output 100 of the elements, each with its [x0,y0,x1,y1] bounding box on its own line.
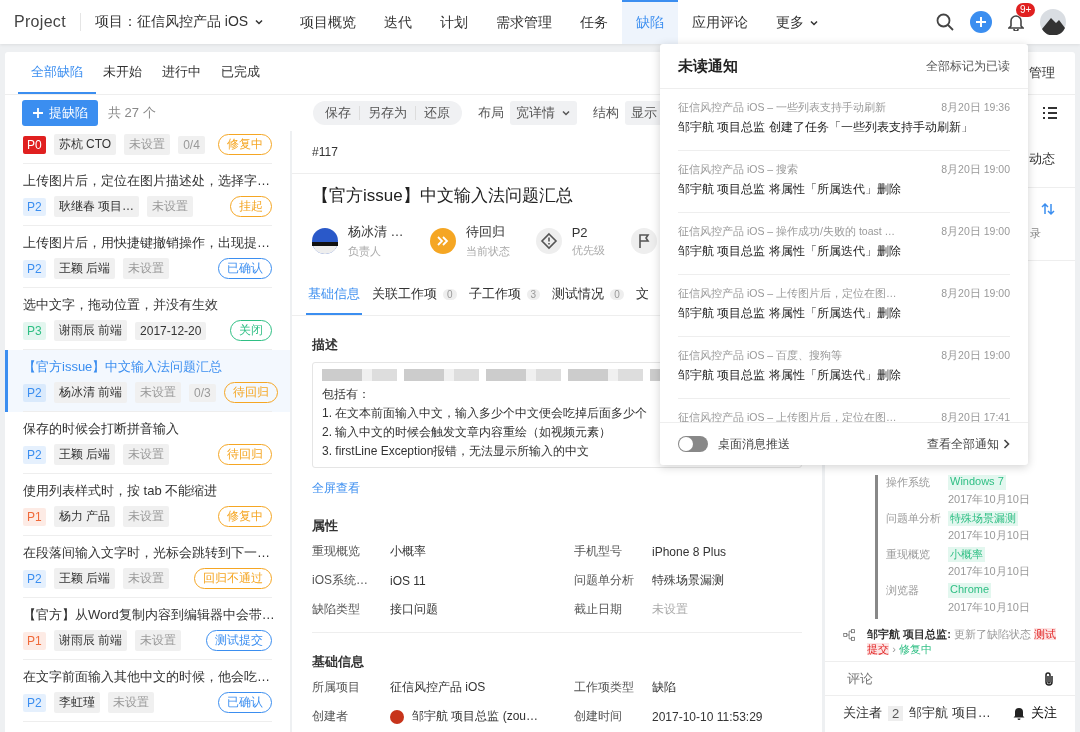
toggle-switch[interactable] [678,436,708,452]
assignee-tag: 谢雨辰 前端 [53,320,128,341]
attachment-icon[interactable] [1043,670,1055,687]
change-date: 2017年10月10日 [948,564,1031,579]
defect-title: 上传图片后，定位在图片描述处，选择字… [23,172,271,190]
detail-tab[interactable]: 基础信息 [306,275,362,315]
mark-all-read-link[interactable]: 全部标记为已读 [926,57,1010,75]
workflow-icon [843,627,856,643]
defect-list-item[interactable]: 保存的时候会打断拼音输入 P2 王颖 后端 未设置 待回归 [5,412,290,474]
meta-value: 杨冰清 … [348,223,404,241]
notification-source: 征信风控产品 iOS – 操作成功/失败的 toast … [678,225,896,239]
view-action-button[interactable]: 另存为 [359,106,415,120]
nav-tab[interactable]: 需求管理 [482,0,567,44]
detail-tab[interactable]: 文 [633,275,651,315]
defect-title: 在段落间输入文字时，光标会跳转到下一… [23,544,271,562]
layout-dropdown[interactable]: 宽详情 [510,101,577,125]
defect-list-item[interactable]: 在段落间输入文字时，光标会跳转到下一… P2 王颖 后端 未设置 回归不通过 [5,536,290,598]
field-label: 手机型号 [574,543,623,560]
assignee-tag: 王颖 后端 [53,568,116,589]
notification-item[interactable]: 征信风控产品 iOS – 搜索 8月20日 19:00 邹宇航 项目总监 将属性「所属迭代」删除 [678,151,1010,213]
nav-tab[interactable]: 任务 [566,0,623,44]
change-label: 重现概览 [886,547,931,562]
view-all-link[interactable]: 查看全部通知 [927,435,1010,453]
view-action-button[interactable]: 保存 [317,106,359,120]
field-label: 工作项类型 [574,679,635,696]
notification-item[interactable]: 征信风控产品 iOS – 一些列表支持手动刷新 8月20日 19:36 邹宇航 项目总监 创建了任务「一些列表支持手动刷新」 [678,89,1010,151]
detail-tab[interactable]: 测试情况 0 [550,275,626,315]
notification-time: 8月20日 19:00 [941,349,1010,363]
notification-time: 8月20日 19:36 [941,101,1010,115]
bell-icon[interactable] [1008,13,1024,31]
field-label: iOS系统… [312,572,369,589]
priority-tag: P2 [23,259,46,278]
nav-tab[interactable]: 计划 [426,0,483,44]
change-date: 2017年10月10日 [948,492,1031,507]
section-heading: 描述 [312,336,339,354]
notification-source: 征信风控产品 iOS – 一些列表支持手动刷新 [678,101,887,115]
field-value: 特殊场景漏测 [652,572,725,589]
add-button[interactable] [970,11,992,33]
bell-icon [1013,706,1025,720]
notification-badge: 9+ [1016,3,1036,17]
activity-entry: 邹宇航 项目总监: 更新了缺陷状态 测试提交 › 修复中 [867,627,1058,657]
manage-link[interactable]: 管理 [1029,64,1062,82]
project-selector[interactable]: 项目：征信风控产品 iOS [94,13,265,31]
filter-tab[interactable]: 全部缺陷 [18,52,96,94]
defect-list-item[interactable]: 在文字前面输入其他中文的时候，他会吃… P2 李虹瑾 未设置 已确认 [5,660,290,722]
priority-tag: P0 [23,135,46,154]
defect-list-item[interactable]: 上传图片后，用快捷键撤销操作，出现提… P2 王颖 后端 未设置 已确认 [5,226,290,288]
follow-button[interactable]: 关注 [1013,704,1057,722]
notification-item[interactable]: 征信风控产品 iOS – 操作成功/失败的 toast … 8月20日 19:00 邹宇航 项目总监 将属性「所属迭代」删除 [678,213,1010,275]
avatar-icon[interactable] [1040,9,1066,35]
notification-item[interactable]: 征信风控产品 iOS – 上传图片后，定位在图… 8月20日 19:00 邹宇航 项目总监 将属性「所属迭代」删除 [678,275,1010,337]
detail-tab[interactable]: 关联工作项 0 [370,275,459,315]
field-label: 重现概览 [312,543,361,560]
search-icon[interactable] [936,13,954,31]
structure-dropdown[interactable]: 显示 [625,101,663,125]
nav-tab[interactable]: 应用评论 [678,0,763,44]
more-menu[interactable]: 更多 [762,0,834,44]
assignee-tag: 王颖 后端 [53,258,116,279]
defect-list-item[interactable]: 【官方】从Word复制内容到编辑器中会带… P1 谢雨辰 前端 未设置 测试提交 [5,598,290,660]
notification-time: 8月20日 19:00 [941,287,1010,301]
meta-caption: 优先级 [571,242,605,258]
meta-value: 待回归 [465,223,506,241]
field-value: 未设置 [652,601,689,618]
meta-value: P2 [571,224,589,240]
defect-list-item[interactable]: 【官方issue】中文输入法问题汇总 P2 杨冰清 前端 未设置 0/3 待回归 [5,350,290,412]
change-date: 2017年10月10日 [948,528,1031,543]
change-label: 浏览器 [886,583,920,598]
defect-list-item[interactable]: 使用列表样式时，按 tab 不能缩进 P1 杨力 产品 未设置 修复中 [5,474,290,536]
view-action-button[interactable]: 还原 [415,106,458,120]
due-date-tag: 未设置 [135,382,182,403]
due-date-tag: 未设置 [124,134,171,155]
priority-tag: P2 [23,383,46,402]
flag-icon[interactable] [630,228,657,254]
description-line: 3. firstLine Exception报错，无法显示所输入的中文 [322,443,590,460]
section-heading: 基础信息 [312,653,365,671]
progress-tag: 0/4 [178,135,205,154]
notification-text: 邹宇航 项目总监 将属性「所属迭代」删除 [678,181,902,198]
fullscreen-link[interactable]: 全屏查看 [312,480,360,497]
due-date-tag: 未设置 [123,258,170,279]
defect-list-item[interactable]: 上传图片后，定位在图片描述处，选择字… P2 耿继春 项目… 未设置 挂起 [5,164,290,226]
sort-icon[interactable] [1041,202,1055,216]
nav-tab[interactable]: 迭代 [370,0,427,44]
defect-list-item[interactable]: 选中文字，拖动位置，并没有生效 P3 谢雨辰 前端 2017-12-20 关闭 [5,288,290,350]
notification-time: 8月20日 19:00 [941,225,1010,239]
field-label: 缺陷类型 [312,601,361,618]
progress-tag: 0/3 [189,383,216,402]
popup-title: 未读通知 [678,56,738,76]
defect-list-item[interactable]: P0 苏杭 CTO 未设置 0/4 修复中 [5,131,290,164]
list-view-icon[interactable] [1042,106,1058,120]
notification-time: 8月20日 17:41 [941,411,1010,422]
detail-tab[interactable]: 子工作项 3 [466,275,543,315]
notification-text: 邹宇航 项目总监 将属性「所属迭代」删除 [678,243,902,260]
activity-tab[interactable]: 动态 [1029,150,1055,168]
assignee-tag: 苏杭 CTO [53,134,117,155]
priority-tag: P1 [23,507,46,526]
nav-tab[interactable]: 项目概览 [286,0,371,44]
notification-text: 邹宇航 项目总监 将属性「所属迭代」删除 [678,367,902,384]
field-value: 征信风控产品 iOS [390,679,487,696]
change-label: 操作系统 [886,475,931,490]
notification-item[interactable]: 征信风控产品 iOS – 百度、搜狗等 8月20日 19:00 邹宇航 项目总监 将属性「所属迭代」删除 [678,337,1010,399]
